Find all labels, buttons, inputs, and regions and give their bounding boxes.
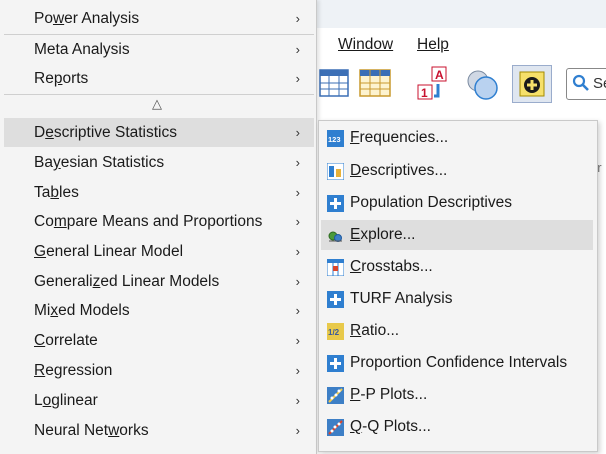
submenu-arrow-icon: › bbox=[295, 42, 300, 57]
submenu-item-label: Frequencies... bbox=[350, 129, 449, 146]
svg-text:1/2: 1/2 bbox=[328, 328, 340, 337]
menu-item-regression[interactable]: Regression › bbox=[4, 356, 314, 385]
search-input[interactable] bbox=[593, 73, 606, 93]
submenu-arrow-icon: › bbox=[295, 125, 300, 140]
goto-number: 1 bbox=[421, 86, 428, 100]
select-cases-button[interactable] bbox=[464, 66, 498, 100]
submenu-arrow-icon: › bbox=[295, 333, 300, 348]
frequencies-icon: 123 bbox=[327, 130, 344, 147]
submenu-arrow-icon: › bbox=[295, 71, 300, 86]
pp-plot-icon bbox=[327, 387, 344, 404]
menu-item-label: Mixed Models bbox=[34, 302, 130, 319]
submenu-item-turf-analysis[interactable]: TURF Analysis bbox=[321, 284, 593, 314]
add-on-button[interactable] bbox=[512, 65, 552, 103]
ratio-icon: 1/2 bbox=[327, 323, 344, 340]
menu-separator bbox=[4, 94, 314, 95]
circles-icon bbox=[467, 70, 498, 100]
menu-item-meta-analysis[interactable]: Meta Analysis › bbox=[4, 35, 314, 64]
submenu-item-label: Descriptives... bbox=[350, 162, 448, 179]
explore-icon bbox=[328, 231, 342, 242]
submenu-arrow-icon: › bbox=[295, 363, 300, 378]
add-circle-icon bbox=[519, 71, 545, 97]
submenu-item-descriptives[interactable]: Descriptives... bbox=[321, 156, 593, 186]
menu-help-label: Help bbox=[417, 36, 449, 53]
svg-text:123: 123 bbox=[328, 135, 341, 144]
submenu-item-ratio[interactable]: 1/2 Ratio... bbox=[321, 316, 593, 346]
menu-item-label: Reports bbox=[34, 70, 89, 87]
submenu-item-qq-plots[interactable]: Q-Q Plots... bbox=[321, 412, 593, 442]
submenu-item-label: Explore... bbox=[350, 226, 416, 243]
menu-item-power-analysis[interactable]: Power Analysis › bbox=[4, 4, 314, 33]
menu-item-loglinear[interactable]: Loglinear › bbox=[4, 386, 314, 415]
menu-item-label: General Linear Model bbox=[34, 243, 184, 260]
go-to-case-icon: A 1 bbox=[417, 66, 447, 100]
variables-view-button[interactable] bbox=[318, 66, 352, 100]
search-box[interactable] bbox=[566, 68, 606, 100]
search-icon bbox=[572, 74, 589, 91]
crosstabs-icon bbox=[327, 259, 344, 276]
submenu-item-label: Population Descriptives bbox=[350, 194, 512, 211]
menu-item-label: Meta Analysis bbox=[34, 41, 130, 58]
submenu-item-explore[interactable]: Explore... bbox=[321, 220, 593, 250]
submenu-item-frequencies[interactable]: 123 Frequencies... bbox=[321, 123, 593, 153]
submenu-arrow-icon: › bbox=[295, 423, 300, 438]
data-grid-icon bbox=[359, 69, 391, 97]
plus-icon bbox=[327, 291, 344, 308]
submenu-arrow-icon: › bbox=[295, 393, 300, 408]
menu-item-bayesian-statistics[interactable]: Bayesian Statistics › bbox=[4, 148, 314, 177]
menu-item-generalized-linear-models[interactable]: Generalized Linear Models › bbox=[4, 267, 314, 296]
menu-item-label: Correlate bbox=[34, 332, 98, 349]
submenu-arrow-icon: › bbox=[295, 185, 300, 200]
submenu-arrow-icon: › bbox=[295, 11, 300, 26]
submenu-arrow-icon: › bbox=[295, 214, 300, 229]
menu-item-mixed-models[interactable]: Mixed Models › bbox=[4, 296, 314, 325]
descriptive-statistics-submenu: 123 Frequencies... Descriptives... Popul… bbox=[318, 120, 598, 452]
menu-item-neural-networks[interactable]: Neural Networks › bbox=[4, 416, 314, 445]
submenu-item-proportion-confidence-intervals[interactable]: Proportion Confidence Intervals bbox=[321, 348, 593, 378]
goto-letter: A bbox=[435, 68, 444, 82]
submenu-item-label: Ratio... bbox=[350, 322, 400, 339]
submenu-item-label: TURF Analysis bbox=[350, 290, 453, 307]
menu-item-descriptive-statistics[interactable]: Descriptive Statistics › bbox=[4, 118, 314, 147]
menu-help[interactable]: Help bbox=[417, 36, 449, 54]
submenu-item-label: P-P Plots... bbox=[350, 386, 428, 403]
menu-item-label: Bayesian Statistics bbox=[34, 154, 165, 171]
menu-item-label: Power Analysis bbox=[34, 10, 140, 27]
submenu-item-crosstabs[interactable]: Crosstabs... bbox=[321, 252, 593, 282]
menu-item-tables[interactable]: Tables › bbox=[4, 178, 314, 207]
plus-icon bbox=[327, 195, 344, 212]
submenu-arrow-icon: › bbox=[295, 303, 300, 318]
menu-window-label: Window bbox=[338, 36, 394, 53]
menu-item-label: Loglinear bbox=[34, 392, 98, 409]
menu-item-label: Neural Networks bbox=[34, 422, 149, 439]
qq-plot-icon bbox=[327, 419, 344, 436]
submenu-item-label: Crosstabs... bbox=[350, 258, 433, 275]
menu-window[interactable]: Window bbox=[338, 36, 393, 54]
menu-item-reports[interactable]: Reports › bbox=[4, 64, 314, 93]
menu-item-label: Generalized Linear Models bbox=[34, 273, 220, 290]
submenu-item-population-descriptives[interactable]: Population Descriptives bbox=[321, 188, 593, 218]
menu-item-general-linear-model[interactable]: General Linear Model › bbox=[4, 237, 314, 266]
variables-grid-icon bbox=[319, 69, 349, 97]
menu-item-label: Regression bbox=[34, 362, 113, 379]
menu-item-correlate[interactable]: Correlate › bbox=[4, 326, 314, 355]
submenu-arrow-icon: › bbox=[295, 155, 300, 170]
menu-item-compare-means[interactable]: Compare Means and Proportions › bbox=[4, 207, 314, 236]
submenu-item-label: Q-Q Plots... bbox=[350, 418, 431, 435]
scroll-up-icon[interactable]: △ bbox=[152, 96, 162, 112]
go-to-case-button[interactable]: A 1 bbox=[416, 66, 450, 100]
menu-item-label: Descriptive Statistics bbox=[34, 124, 177, 141]
menu-item-label: Tables bbox=[34, 184, 79, 201]
menu-item-label: Compare Means and Proportions bbox=[34, 213, 263, 230]
submenu-arrow-icon: › bbox=[295, 274, 300, 289]
submenu-item-label: Proportion Confidence Intervals bbox=[350, 354, 568, 371]
window-title-bar bbox=[316, 0, 606, 28]
data-view-button[interactable] bbox=[358, 66, 392, 100]
analyze-menu: Power Analysis › Meta Analysis › Reports… bbox=[0, 0, 317, 454]
submenu-arrow-icon: › bbox=[295, 244, 300, 259]
submenu-item-pp-plots[interactable]: P-P Plots... bbox=[321, 380, 593, 410]
descriptives-icon bbox=[327, 163, 344, 180]
plus-icon bbox=[327, 355, 344, 372]
